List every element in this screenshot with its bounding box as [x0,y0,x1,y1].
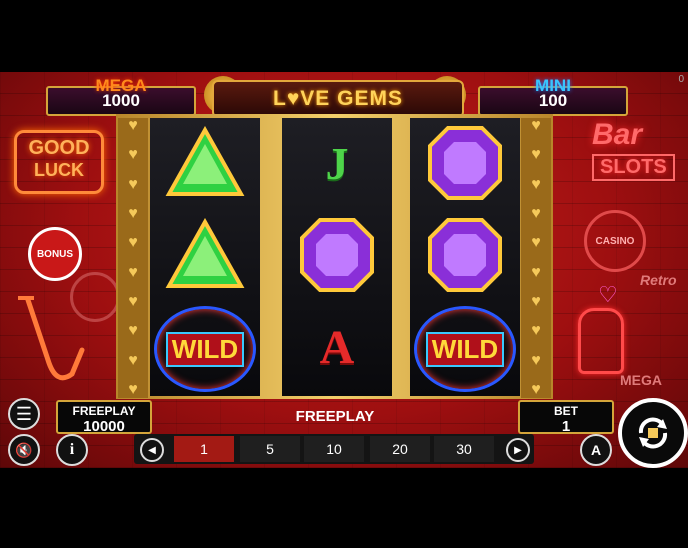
heart-column-right: ♥ ♥ ♥ ♥ ♥ ♥ ♥ ♥ ♥ ♥ [521,118,551,398]
j-symbol: J [325,137,349,189]
wild-symbol: WILD [410,304,520,394]
triangle-left-icon: ◀ [148,444,156,456]
menu-button[interactable]: ☰ [8,398,40,430]
bar-slots-sign: Bar SLOTS [592,118,675,181]
info-icon: i [69,441,75,458]
freeplay-balance: FREEPLAY 10000 [56,400,152,435]
triangle-right-icon: ▶ [514,444,522,456]
mega-badge: MEGA [620,372,662,388]
heart-neon-icon: ♡ [598,282,618,307]
heart-column-left: ♥ ♥ ♥ ♥ ♥ ♥ ♥ ♥ ♥ ♥ [118,118,148,398]
spin-button[interactable] [618,398,688,468]
good-luck-sign: GOOD LUCK [14,130,104,194]
mega-jackpot: MEGA 1000 [46,76,196,116]
a-symbol: A [319,320,355,374]
info-button[interactable]: i [56,434,88,466]
bet-option-10[interactable]: 10 [304,436,364,462]
purple-gem-icon [410,210,520,300]
autoplay-icon: A [590,442,602,458]
purple-gem-icon [410,118,520,208]
reel-2: J A [282,118,392,396]
bet-option-1[interactable]: 1 [174,436,234,462]
reel-1: WILD [150,118,260,396]
bet-display: BET 1 [518,400,614,435]
autoplay-button[interactable]: A [580,434,612,466]
hand-neon-icon [578,308,624,374]
bet-option-30[interactable]: 30 [434,436,494,462]
bonus-coin: BONUS [28,227,82,281]
bet-option-5[interactable]: 5 [240,436,300,462]
reel-3: WILD [410,118,520,396]
menu-icon: ☰ [15,403,33,424]
game-background: GOOD LUCK BONUS Bar SLOTS CASINO ♡ Retro… [0,72,688,468]
green-gem-icon [150,210,260,300]
bet-prev-button[interactable]: ◀ [140,438,164,462]
green-gem-icon [150,118,260,208]
spin-icon [638,417,668,449]
wild-symbol: WILD [150,304,260,394]
corner-counter: 0 [678,74,684,85]
game-title: L♥VE GEMS [212,80,464,118]
mini-jackpot: MINI 100 [478,76,628,116]
sound-toggle-button[interactable]: 🔇 [8,434,40,466]
purple-gem-icon [282,210,392,300]
speaker-muted-icon: 🔇 [15,441,33,458]
left-badge [70,272,120,322]
casino-badge: CASINO [584,210,646,272]
retro-badge: Retro [640,272,677,288]
status-message: FREEPLAY [295,408,375,425]
bet-next-button[interactable]: ▶ [506,438,530,462]
bet-option-20[interactable]: 20 [370,436,430,462]
